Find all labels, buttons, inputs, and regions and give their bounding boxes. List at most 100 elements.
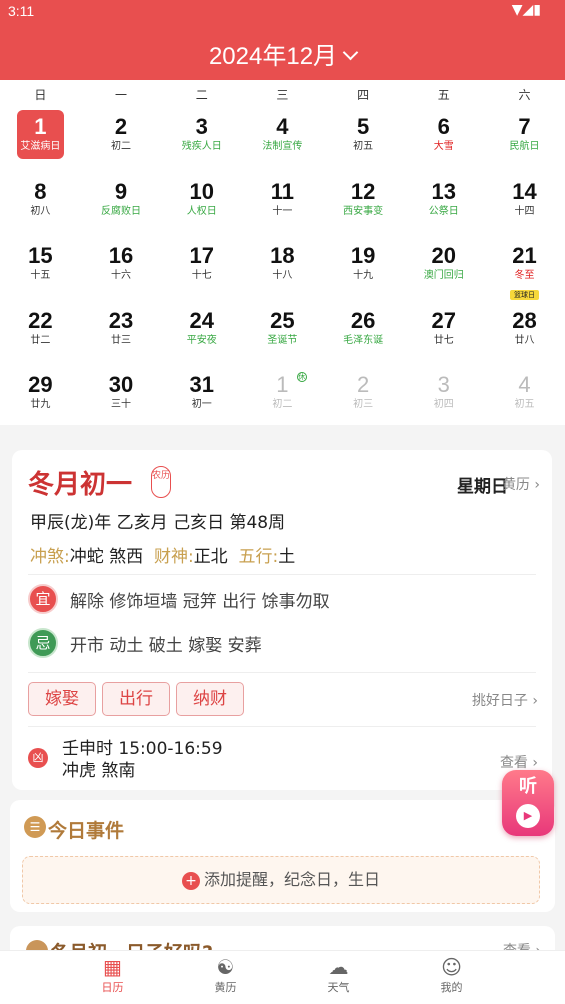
day-subtext: 法制宣传: [262, 141, 303, 152]
day-cell[interactable]: 14 十四: [484, 173, 565, 238]
day-cell[interactable]: 2 初二: [81, 108, 162, 173]
day-cell[interactable]: 30 三十: [81, 366, 162, 431]
day-cell[interactable]: 3 残疾人日: [161, 108, 242, 173]
day-subtext: 反腐败日: [101, 205, 142, 217]
calendar-grid: 日一二三四五六 1 艾滋病日 2 初二 3 残疾人日 4 法制宣传 5 初五 6 大雪 7 民航日 8 初八 9…: [0, 80, 565, 425]
day-subtext: 公祭日: [428, 205, 459, 217]
day-subtext: 廿八: [514, 334, 535, 346]
chip-activity[interactable]: 嫁娶: [28, 682, 96, 716]
day-number: 1: [34, 114, 47, 139]
day-cell[interactable]: 2 初三: [323, 366, 404, 431]
day-cell[interactable]: 25 圣诞节: [242, 302, 323, 367]
day-cell[interactable]: 1 艾滋病日: [0, 108, 81, 173]
day-cell[interactable]: 21 冬至 篮球日: [484, 237, 565, 302]
day-number: 1: [276, 372, 289, 397]
day-number: 7: [518, 114, 531, 139]
nongli-badge: 农历: [151, 466, 171, 498]
day-number: 12: [350, 178, 376, 204]
day-number: 24: [189, 307, 214, 333]
day-cell[interactable]: 3 初四: [403, 366, 484, 431]
day-number: 22: [28, 307, 53, 333]
day-number: 27: [431, 307, 457, 333]
day-subtext: 廿三: [111, 334, 132, 346]
day-cell[interactable]: 20 澳门回归: [403, 237, 484, 302]
status-time: 3:11: [8, 3, 35, 19]
weekday-label: 日: [34, 87, 47, 102]
day-cell[interactable]: 5 初五: [323, 108, 404, 173]
chip-activity[interactable]: 纳财: [176, 682, 244, 716]
day-cell[interactable]: 13 公祭日: [403, 173, 484, 238]
ji-text: 开市 动土 破土 嫁娶 安葬: [70, 635, 262, 656]
caishen-value: 正北: [193, 547, 228, 567]
day-number: 3: [437, 372, 450, 397]
day-subtext: 廿七: [433, 334, 454, 346]
pick-day-link[interactable]: 挑好日子 ›: [472, 690, 538, 710]
day-cell[interactable]: 7 民航日: [484, 108, 565, 173]
day-subtext: 初二: [272, 399, 293, 410]
day-cell[interactable]: 17 十七: [161, 237, 242, 302]
day-cell[interactable]: 18 十八: [242, 237, 323, 302]
month-selector[interactable]: 2024年12月: [0, 36, 565, 71]
day-number: 11: [270, 178, 295, 204]
day-cell[interactable]: 23 廿三: [81, 302, 162, 367]
weekday-label: 六: [518, 87, 531, 102]
day-cell[interactable]: 28 廿八: [484, 302, 565, 367]
day-cell[interactable]: 8 初八: [0, 173, 81, 238]
day-cell[interactable]: 4 法制宣传: [242, 108, 323, 173]
day-subtext: 十八: [272, 270, 293, 281]
day-cell[interactable]: 24 平安夜: [161, 302, 242, 367]
day-cell[interactable]: 22 廿二: [0, 302, 81, 367]
day-cell[interactable]: 9 反腐败日: [81, 173, 162, 238]
tab-label: 黄历: [214, 981, 237, 994]
day-cell[interactable]: 16 十六: [81, 237, 162, 302]
weekday-label: 星期日: [457, 477, 508, 497]
day-subtext: 平安夜: [186, 334, 217, 346]
ji-row: 忌 开市 动土 破土 嫁娶 安葬: [28, 628, 262, 658]
day-cell[interactable]: 15 十五: [0, 237, 81, 302]
tab-huangli[interactable]: ☯ 黄历: [169, 951, 282, 1004]
huangli-link[interactable]: 黄历 ›: [502, 474, 540, 494]
yi-text: 解除 修饰垣墙 冠笄 出行 馀事勿取: [70, 591, 330, 612]
day-subtext: 冬至: [514, 270, 535, 281]
shichen-line1: 壬申时 15:00-16:59: [62, 739, 223, 759]
day-number: 30: [108, 372, 134, 397]
chip-activity[interactable]: 出行: [102, 682, 170, 716]
day-subtext: 民航日: [509, 141, 540, 152]
day-subtext: 廿九: [30, 399, 51, 410]
tab-calendar[interactable]: ▦ 日历: [56, 951, 169, 1004]
tab-label: 我的: [440, 981, 463, 994]
day-cell[interactable]: 31 初一: [161, 366, 242, 431]
day-cell[interactable]: 29 廿九: [0, 366, 81, 431]
day-number: 4: [276, 114, 289, 139]
day-subtext: 三十: [111, 399, 132, 410]
day-number: 10: [189, 178, 214, 204]
day-subtext: 十九: [353, 270, 374, 281]
view-link[interactable]: 查看 ›: [500, 752, 538, 772]
add-reminder-button[interactable]: + 添加提醒，纪念日，生日: [22, 856, 540, 904]
day-cell[interactable]: 12 西安事变: [323, 173, 404, 238]
day-cell[interactable]: 27 廿七: [403, 302, 484, 367]
weekday-label: 二: [195, 87, 208, 102]
almanac-card[interactable]: 冬月初一 农历 星期日 黄历 › 甲辰(龙)年 乙亥月 己亥日 第48周 冲煞:…: [12, 450, 552, 790]
shichen-line2: 冲虎 煞南: [62, 761, 136, 781]
listen-button[interactable]: 听 ▶: [502, 770, 554, 836]
weekday-label: 三: [276, 87, 289, 102]
day-subtext: 初八: [30, 205, 51, 217]
day-subtext: 十六: [111, 270, 132, 281]
tab-bar: ▦ 日历 ☯ 黄历 ☁ 天气 ☺ 我的: [0, 950, 565, 1004]
tab-profile[interactable]: ☺ 我的: [395, 951, 508, 1004]
day-cell[interactable]: 26 毛泽东诞: [323, 302, 404, 367]
day-cell[interactable]: 19 十九: [323, 237, 404, 302]
yi-row: 宜 解除 修饰垣墙 冠笄 出行 馀事勿取: [28, 584, 330, 614]
day-cell[interactable]: 1 初二 休: [242, 366, 323, 431]
day-cell[interactable]: 11 十一: [242, 173, 323, 238]
tab-label: 天气: [327, 981, 350, 994]
day-cell[interactable]: 6 大雪: [403, 108, 484, 173]
day-number: 3: [195, 114, 208, 139]
weekday-label: 五: [437, 87, 450, 102]
day-cell[interactable]: 10 人权日: [161, 173, 242, 238]
wuxing-value: 土: [278, 547, 296, 567]
day-cell[interactable]: 4 初五: [484, 366, 565, 431]
day-number: 4: [518, 372, 531, 397]
tab-weather[interactable]: ☁ 天气: [282, 951, 395, 1004]
